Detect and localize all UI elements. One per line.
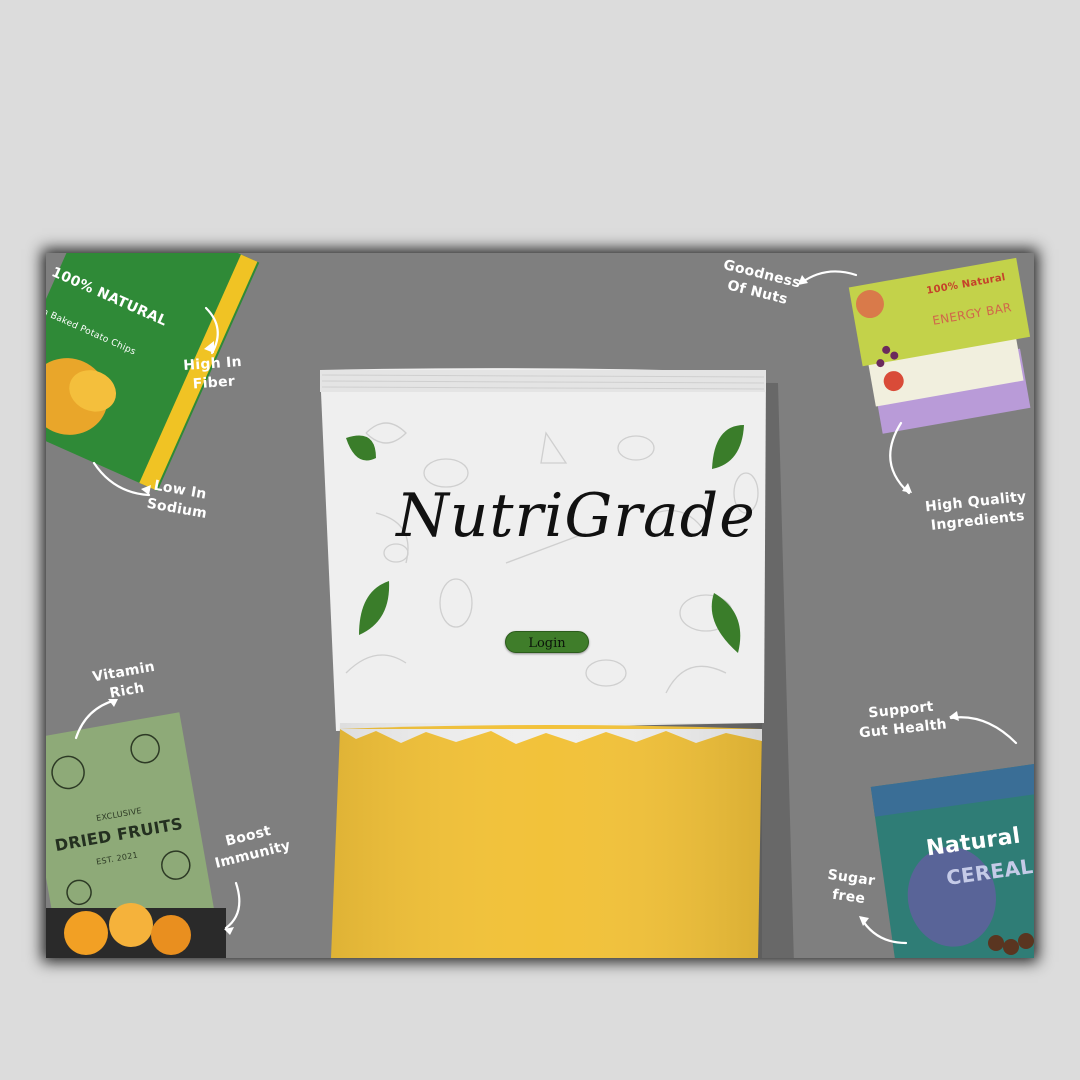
callout-high-fiber: High In Fiber	[182, 353, 243, 393]
arrow-icon	[224, 881, 241, 930]
callout-sugar-free: Sugar free	[826, 866, 877, 908]
arrow-icon	[799, 270, 858, 285]
arrow-icon	[889, 421, 911, 495]
arrow-icon	[74, 698, 118, 740]
hero-stage: NutriGrade Login 100% NATURAL n Baked Po…	[46, 253, 1034, 958]
arrow-icon	[92, 461, 151, 497]
arrow-icon	[949, 716, 1018, 745]
arrow-icon	[859, 916, 908, 945]
